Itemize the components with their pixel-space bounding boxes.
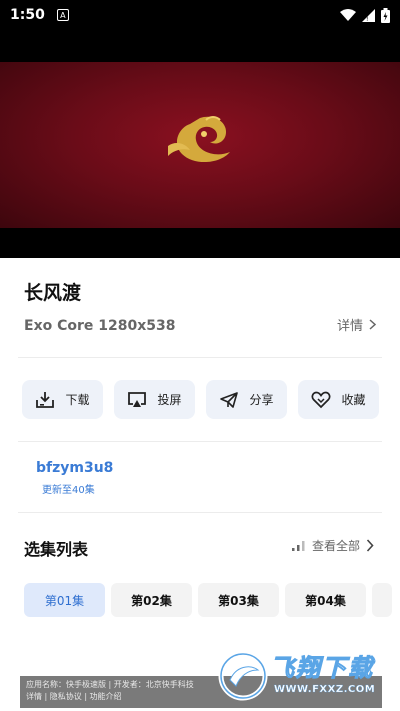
sort-bars-icon (291, 541, 305, 551)
chevron-right-icon (369, 319, 376, 330)
chevron-right-icon (366, 539, 374, 552)
view-all-label: 查看全部 (311, 539, 360, 553)
favorite-icon (312, 391, 331, 408)
download-button[interactable]: 下载 (22, 380, 103, 419)
watermark-url: WWW.FXXZ.COM (274, 684, 376, 695)
episode-list-title: 选集列表 (24, 540, 89, 559)
episode-chip-selected[interactable]: 第01集 (24, 583, 105, 617)
share-label: 分享 (249, 393, 274, 407)
player-meta: Exo Core 1280x538 (24, 318, 176, 334)
status-bar: 1:50 A ! (0, 0, 400, 30)
watermark-logo-icon (218, 651, 268, 701)
details-label: 详情 (336, 319, 363, 334)
watermark-text: 飞翔下载 (270, 654, 374, 683)
episode-chip-partial[interactable] (372, 583, 392, 617)
notification-icon: A (56, 9, 69, 21)
favorite-button[interactable]: 收藏 (298, 380, 379, 419)
status-time: 1:50 (10, 7, 45, 23)
status-icons: ! (340, 7, 390, 23)
details-link[interactable]: 详情 (337, 315, 376, 334)
episode-chip[interactable]: 第04集 (285, 583, 366, 617)
share-button[interactable]: 分享 (206, 380, 287, 419)
wifi-icon (340, 8, 356, 21)
divider (18, 512, 382, 513)
action-bar: 下载 投屏 分享 收藏 (22, 380, 379, 419)
site-watermark: 飞翔下载 WWW.FXXZ.COM (218, 648, 386, 706)
cast-icon (128, 391, 147, 407)
share-icon (220, 391, 239, 408)
episode-selector: 第01集 第02集 第03集 第04集 (24, 583, 400, 619)
signal-icon: ! (362, 8, 375, 22)
cast-button[interactable]: 投屏 (114, 380, 195, 419)
battery-icon (381, 7, 390, 23)
drama-title: 长风渡 (24, 282, 82, 304)
episode-chip[interactable]: 第02集 (111, 583, 192, 617)
download-icon (36, 391, 55, 408)
update-status: 更新至40集 (42, 485, 95, 496)
episode-chip[interactable]: 第03集 (198, 583, 279, 617)
favorite-label: 收藏 (341, 393, 366, 407)
cast-label: 投屏 (157, 393, 182, 407)
view-all-episodes-link[interactable]: 查看全部 (291, 537, 374, 554)
title-logo-emblem (168, 116, 230, 163)
svg-text:!: ! (366, 16, 368, 22)
divider (18, 441, 382, 442)
download-label: 下载 (65, 393, 90, 407)
video-player[interactable] (0, 30, 400, 258)
divider (18, 357, 382, 358)
video-frame (0, 62, 400, 228)
source-name[interactable]: bfzym3u8 (36, 460, 113, 476)
